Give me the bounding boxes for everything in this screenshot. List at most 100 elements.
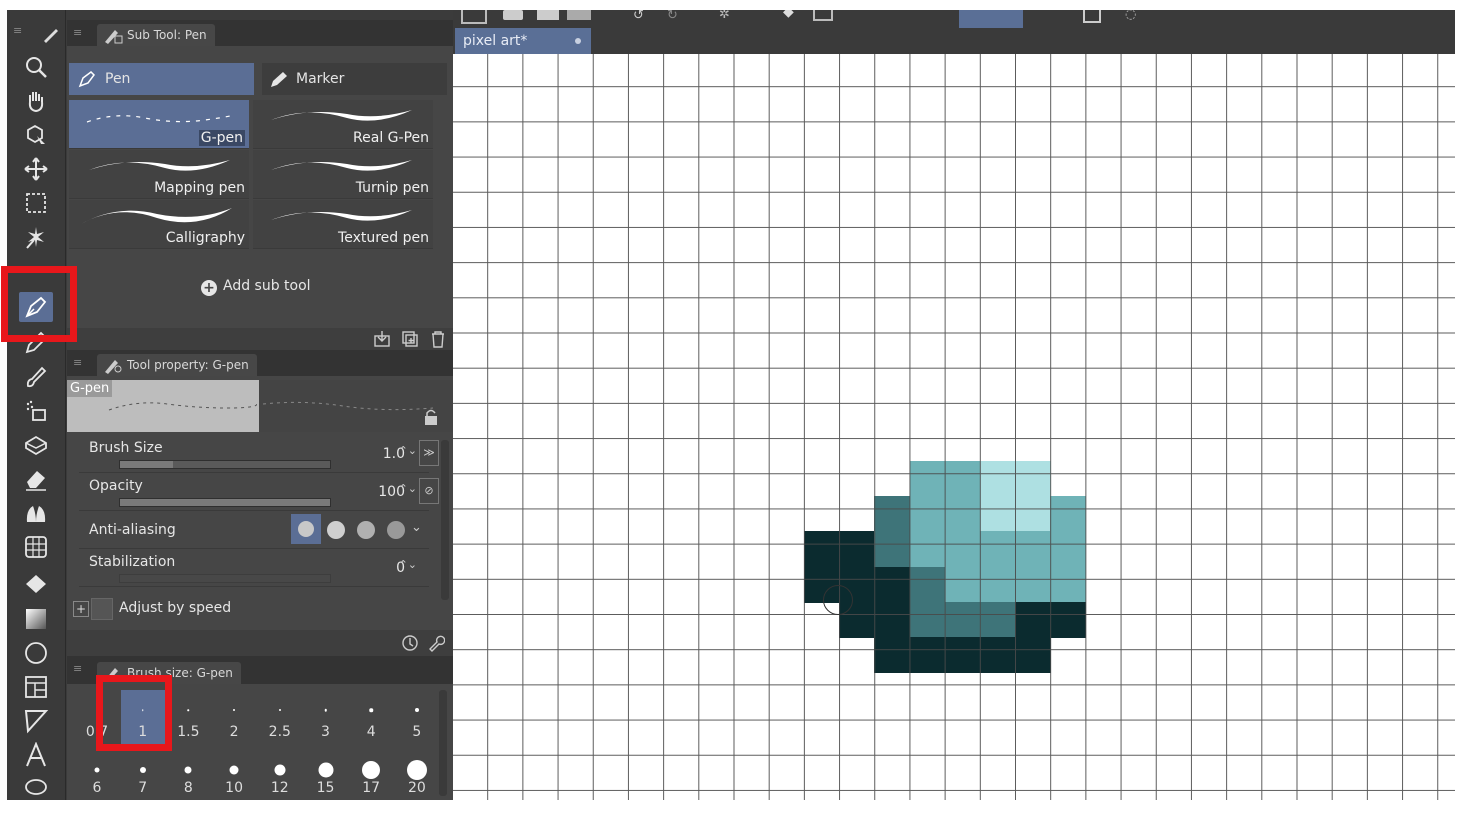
property-scrollbar[interactable] — [441, 440, 449, 600]
brush-size-option[interactable]: 2 — [212, 690, 256, 744]
opacity-slider[interactable] — [119, 498, 331, 507]
group-tab-pen[interactable]: Pen — [69, 63, 254, 95]
brush-size-slider[interactable] — [119, 460, 331, 469]
fill-icon[interactable]: ◆ — [783, 10, 794, 20]
brush-calligraphy[interactable]: Calligraphy — [69, 200, 249, 249]
brush-size-option[interactable]: 17 — [349, 746, 393, 800]
anti-aliasing-none[interactable] — [291, 514, 321, 544]
brush-size-option[interactable]: 12 — [258, 746, 302, 800]
panel-tool[interactable] — [19, 672, 53, 702]
brush-size-value: 20 — [407, 780, 426, 796]
anti-aliasing-weak[interactable] — [327, 521, 345, 539]
fill-tool[interactable] — [19, 570, 53, 600]
reset-icon[interactable] — [401, 634, 419, 652]
zoom-tool[interactable] — [19, 52, 53, 82]
brush-size-slider-fill — [120, 461, 173, 468]
duplicate-icon[interactable] — [401, 330, 419, 348]
brush-size-option[interactable]: 5 — [395, 690, 439, 744]
adjust-by-speed-checkbox[interactable] — [91, 598, 113, 620]
brush-size-option[interactable]: 20 — [395, 746, 439, 800]
document-tab[interactable]: pixel art* — [455, 28, 591, 54]
canvas-icon[interactable] — [461, 10, 487, 24]
menu-icon[interactable]: ≡ — [73, 357, 83, 368]
object-tool[interactable] — [19, 120, 53, 150]
redo-icon[interactable]: ↻ — [667, 10, 678, 23]
brush-size-value: 2.5 — [268, 724, 291, 740]
close-dot-icon[interactable] — [575, 38, 581, 44]
gradient-tool[interactable] — [19, 604, 53, 634]
brush-real-gpen[interactable]: Real G-Pen — [253, 100, 433, 149]
brush-mapping-pen[interactable]: Mapping pen — [69, 150, 249, 199]
spinner-icon[interactable]: ⌃⌄ — [399, 444, 417, 457]
blend-tool[interactable] — [19, 430, 53, 460]
brush-size-option[interactable]: 2.5 — [258, 690, 302, 744]
subtool-panel: ≡ Sub Tool: Pen Pen Marker G-pen Real G-… — [67, 20, 453, 350]
text-tool[interactable] — [19, 740, 53, 770]
blend-icon — [25, 435, 47, 456]
brush-size-option[interactable]: 6 — [75, 746, 119, 800]
snap-toggle-group[interactable] — [959, 10, 1023, 28]
clear-icon[interactable]: ✲ — [719, 10, 730, 22]
brush-gpen[interactable]: G-pen — [69, 100, 249, 149]
decoration-tool[interactable] — [19, 498, 53, 528]
subtool-panel-tab[interactable]: Sub Tool: Pen — [97, 24, 215, 46]
anti-aliasing-strong[interactable] — [387, 521, 405, 539]
chat-icon[interactable]: ◌ — [1125, 10, 1136, 22]
brush-turnip-pen[interactable]: Turnip pen — [253, 150, 433, 199]
balloon-tool[interactable] — [19, 774, 53, 800]
brush-size-value: 10 — [225, 780, 243, 796]
brush-tool[interactable] — [19, 362, 53, 392]
brush-size-option[interactable]: 3 — [304, 690, 348, 744]
brush-size-option[interactable]: 8 — [166, 746, 210, 800]
brush-size-option[interactable]: 1.5 — [166, 690, 210, 744]
group-tab-marker[interactable]: Marker — [262, 63, 447, 95]
open-icon[interactable] — [537, 10, 559, 20]
brush-label: Real G-Pen — [353, 130, 429, 146]
figure-tool[interactable] — [19, 638, 53, 668]
brush-size-option[interactable]: 15 — [304, 746, 348, 800]
brush-size-option[interactable]: 4 — [349, 690, 393, 744]
chevron-down-icon[interactable]: ⌄ — [411, 520, 422, 535]
auto-select-tool[interactable] — [19, 222, 53, 252]
brush-textured-pen[interactable]: Textured pen — [253, 200, 433, 249]
tool-property-tab[interactable]: Tool property: G-pen — [97, 354, 257, 376]
group-tab-label: Pen — [105, 71, 131, 87]
stabilization-slider[interactable] — [119, 574, 331, 583]
hand-tool[interactable] — [19, 86, 53, 116]
drawing-canvas[interactable] — [453, 54, 1455, 800]
add-sub-tool-button[interactable]: + Add sub tool — [201, 278, 311, 296]
airbrush-tool[interactable] — [19, 396, 53, 426]
pressure-setting-icon[interactable]: ≫ — [419, 440, 439, 466]
expand-icon[interactable]: + — [73, 601, 89, 617]
save-icon[interactable] — [567, 10, 591, 20]
trash-icon[interactable] — [429, 330, 447, 348]
menu-icon[interactable]: ≡ — [13, 25, 23, 36]
balloon-ruler-tool[interactable] — [19, 706, 53, 736]
menu-icon[interactable]: ≡ — [73, 27, 83, 38]
selection-tool[interactable] — [19, 188, 53, 218]
brush-size-value: 5 — [412, 724, 422, 740]
device-icon[interactable] — [1083, 10, 1101, 23]
spinner-icon[interactable]: ⌃⌄ — [399, 558, 417, 571]
pixel-grid — [453, 54, 1455, 800]
brush-size-option[interactable]: 10 — [212, 746, 256, 800]
subtool-panel-title: Sub Tool: Pen — [127, 28, 207, 42]
transform-icon[interactable] — [813, 10, 833, 21]
wrench-icon[interactable] — [427, 634, 445, 652]
anti-aliasing-medium[interactable] — [357, 521, 375, 539]
eraser-tool[interactable] — [19, 464, 53, 494]
frame-tool[interactable] — [19, 532, 53, 562]
highlight-pen-tool — [1, 266, 77, 342]
paint-bucket-icon — [26, 575, 46, 593]
opacity-row: Opacity 100 ⌃⌄ ⊘ — [79, 474, 439, 511]
undo-icon[interactable]: ↺ — [633, 10, 644, 23]
menu-icon[interactable]: ≡ — [73, 663, 83, 674]
spinner-icon[interactable]: ⌃⌄ — [399, 482, 417, 495]
lock-icon[interactable] — [423, 408, 439, 426]
new-icon[interactable] — [503, 10, 523, 20]
import-icon[interactable] — [373, 330, 391, 348]
brush-size-option[interactable]: 7 — [121, 746, 165, 800]
size-scrollbar[interactable] — [439, 690, 447, 796]
move-tool[interactable] — [19, 154, 53, 184]
pressure-setting-icon[interactable]: ⊘ — [419, 478, 439, 504]
